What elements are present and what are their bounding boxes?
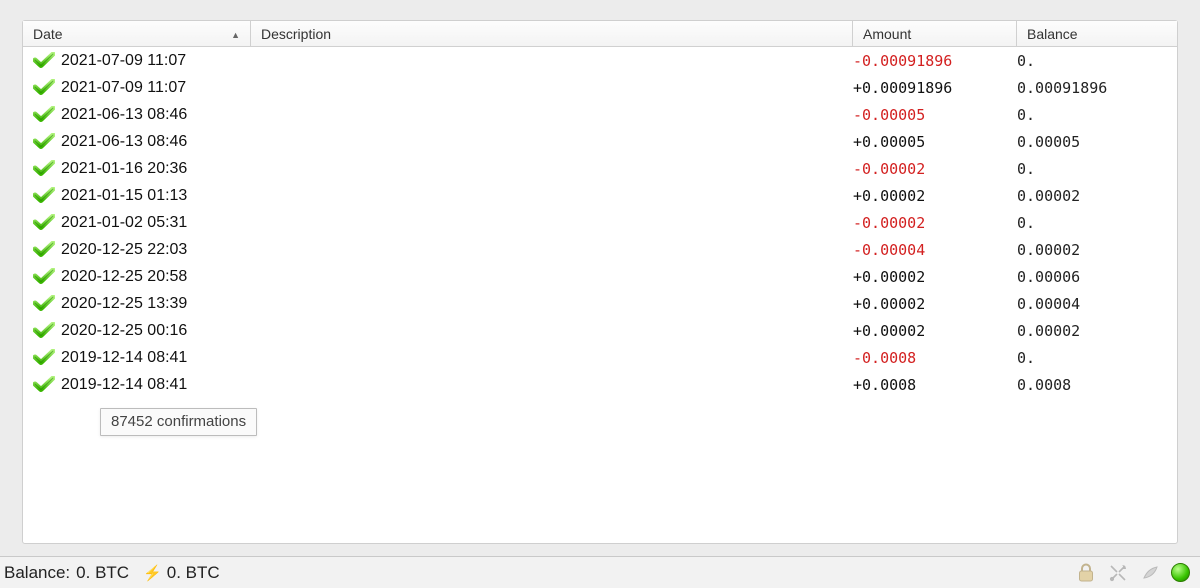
cell-date: 2021-01-16 20:36 [61, 160, 289, 178]
cell-balance: 0.00002 [1017, 187, 1177, 205]
table-row[interactable]: 2021-01-16 20:36 -0.000020. [23, 155, 1177, 182]
sort-ascending-icon: ▲ [231, 30, 240, 40]
cell-date: 2021-06-13 08:46 [61, 133, 289, 151]
network-status-led[interactable] [1171, 563, 1190, 582]
table-row[interactable]: 2021-06-13 08:46 -0.000050. [23, 101, 1177, 128]
cell-date: 2020-12-25 13:39 [61, 295, 289, 313]
seed-icon[interactable] [1139, 562, 1161, 584]
cell-balance: 0.00004 [1017, 295, 1177, 313]
status-bar-icons [1075, 562, 1190, 584]
table-row[interactable]: 2020-12-25 20:58 +0.000020.00006 [23, 263, 1177, 290]
cell-balance: 0.00002 [1017, 322, 1177, 340]
table-row[interactable]: 2021-01-15 01:13 +0.000020.00002 [23, 182, 1177, 209]
cell-amount: -0.00091896 [853, 52, 1017, 70]
confirmed-check-icon [33, 79, 53, 95]
cell-balance: 0. [1017, 106, 1177, 124]
status-balance-label: Balance: [4, 563, 70, 583]
cell-date: 2020-12-25 22:03 [61, 241, 289, 259]
cell-date: 2019-12-14 08:41 [61, 376, 289, 394]
column-header-date-label: Date [33, 26, 63, 42]
column-header-description-label: Description [261, 26, 331, 42]
column-header-balance-label: Balance [1027, 26, 1078, 42]
history-rows: 2021-07-09 11:07-0.000918960.2021-07-09 … [23, 47, 1177, 398]
cell-balance: 0. [1017, 160, 1177, 178]
status-balance-value: 0. BTC [76, 563, 129, 583]
status-bar: Balance: 0. BTC ⚡ 0. BTC [0, 556, 1200, 588]
confirmed-check-icon [33, 241, 53, 257]
cell-amount: +0.00005 [853, 133, 1017, 151]
cell-balance: 0.00005 [1017, 133, 1177, 151]
confirmed-check-icon [33, 268, 53, 284]
table-row[interactable]: 2021-06-13 08:46 +0.000050.00005 [23, 128, 1177, 155]
cell-amount: -0.0008 [853, 349, 1017, 367]
cell-balance: 0. [1017, 52, 1177, 70]
confirmed-check-icon [33, 52, 53, 68]
cell-balance: 0. [1017, 349, 1177, 367]
cell-amount: -0.00002 [853, 160, 1017, 178]
cell-date: 2021-01-02 05:31 [61, 214, 289, 232]
cell-amount: -0.00005 [853, 106, 1017, 124]
cell-balance: 0. [1017, 214, 1177, 232]
cell-date: 2021-07-09 11:07 [61, 79, 289, 97]
confirmed-check-icon [33, 322, 53, 338]
lightning-icon: ⚡ [143, 564, 162, 582]
history-panel: Date ▲ Description Amount Balance 2021-0… [22, 20, 1178, 544]
column-header-date[interactable]: Date ▲ [23, 21, 251, 46]
column-header-amount[interactable]: Amount [853, 21, 1017, 46]
confirmations-tooltip: 87452 confirmations [100, 408, 257, 436]
table-row[interactable]: 2019-12-14 08:41 -0.00080. [23, 344, 1177, 371]
cell-amount: +0.00002 [853, 322, 1017, 340]
confirmed-check-icon [33, 349, 53, 365]
table-row[interactable]: 2021-01-02 05:31 -0.000020. [23, 209, 1177, 236]
cell-amount: +0.00002 [853, 295, 1017, 313]
column-header-description[interactable]: Description [251, 21, 853, 46]
column-header-amount-label: Amount [863, 26, 911, 42]
cell-date: 2019-12-14 08:41 [61, 349, 289, 367]
cell-date: 2021-01-15 01:13 [61, 187, 289, 205]
status-lightning-value: 0. BTC [167, 563, 220, 583]
confirmed-check-icon [33, 133, 53, 149]
confirmed-check-icon [33, 160, 53, 176]
confirmations-tooltip-text: 87452 confirmations [111, 413, 246, 430]
cell-date: 2021-07-09 11:07 [61, 52, 289, 70]
column-header-balance[interactable]: Balance [1017, 21, 1177, 46]
lock-icon[interactable] [1075, 562, 1097, 584]
confirmed-check-icon [33, 106, 53, 122]
cell-amount: -0.00002 [853, 214, 1017, 232]
cell-date: 2021-06-13 08:46 [61, 106, 289, 124]
cell-amount: +0.00091896 [853, 79, 1017, 97]
confirmed-check-icon [33, 187, 53, 203]
confirmed-check-icon [33, 376, 53, 392]
cell-balance: 0.00006 [1017, 268, 1177, 286]
table-row[interactable]: 2019-12-14 08:41 +0.00080.0008 [23, 371, 1177, 398]
confirmed-check-icon [33, 214, 53, 230]
cell-amount: +0.0008 [853, 376, 1017, 394]
table-row[interactable]: 2020-12-25 00:16 +0.000020.00002 [23, 317, 1177, 344]
cell-date: 2020-12-25 20:58 [61, 268, 289, 286]
tools-icon[interactable] [1107, 562, 1129, 584]
cell-balance: 0.00091896 [1017, 79, 1177, 97]
table-row[interactable]: 2020-12-25 22:03 -0.000040.00002 [23, 236, 1177, 263]
confirmed-check-icon [33, 295, 53, 311]
cell-balance: 0.0008 [1017, 376, 1177, 394]
table-row[interactable]: 2021-07-09 11:07 -0.000918960. [23, 47, 1177, 74]
cell-date: 2020-12-25 00:16 [61, 322, 289, 340]
cell-amount: -0.00004 [853, 241, 1017, 259]
cell-amount: +0.00002 [853, 268, 1017, 286]
cell-balance: 0.00002 [1017, 241, 1177, 259]
cell-amount: +0.00002 [853, 187, 1017, 205]
table-row[interactable]: 2020-12-25 13:39 +0.000020.00004 [23, 290, 1177, 317]
table-header: Date ▲ Description Amount Balance [23, 21, 1177, 47]
table-row[interactable]: 2021-07-09 11:07 +0.000918960.00091896 [23, 74, 1177, 101]
